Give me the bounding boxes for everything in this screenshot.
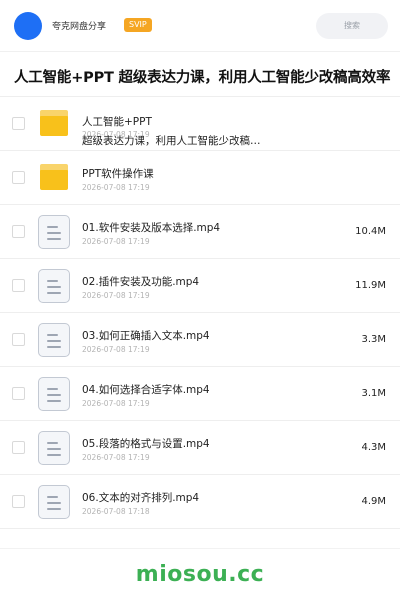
file-date: 2026-07-08 17:19	[82, 237, 150, 246]
file-size: 11.9M	[355, 280, 386, 291]
file-name-continued: 超级表达力课，利用人工智能少改稿…	[82, 135, 261, 147]
file-name[interactable]: 人工智能+PPT	[82, 114, 152, 129]
file-list: 人工智能+PPT 2026-07-08 17:19 超级表达力课，利用人工智能少…	[0, 96, 400, 529]
footer-divider	[0, 548, 400, 549]
row-checkbox[interactable]	[12, 387, 25, 400]
share-owner-name: 夸克网盘分享	[52, 22, 107, 32]
list-item[interactable]: 05.段落的格式与设置.mp4 2026-07-08 17:19 4.3M	[0, 421, 400, 475]
video-file-icon	[38, 431, 70, 465]
row-checkbox[interactable]	[12, 495, 25, 508]
file-size: 3.1M	[361, 388, 386, 399]
list-item[interactable]: 人工智能+PPT 2026-07-08 17:19 超级表达力课，利用人工智能少…	[0, 97, 400, 151]
search-input[interactable]: 搜索	[316, 13, 388, 39]
file-name[interactable]: 03.如何正确插入文本.mp4	[82, 328, 210, 343]
list-item[interactable]: 01.软件安装及版本选择.mp4 2026-07-08 17:19 10.4M	[0, 205, 400, 259]
row-checkbox[interactable]	[12, 117, 25, 130]
list-item[interactable]: 06.文本的对齐排列.mp4 2026-07-08 17:18 4.9M	[0, 475, 400, 529]
file-date: 2026-07-08 17:19	[82, 291, 150, 300]
video-file-icon	[38, 323, 70, 357]
list-item[interactable]: 02.插件安装及功能.mp4 2026-07-08 17:19 11.9M	[0, 259, 400, 313]
folder-icon	[38, 107, 70, 141]
list-item[interactable]: PPT软件操作课 2026-07-08 17:19	[0, 151, 400, 205]
watermark: miosou.cc	[135, 562, 265, 587]
file-size: 3.3M	[361, 334, 386, 345]
file-name[interactable]: 05.段落的格式与设置.mp4	[82, 436, 210, 451]
file-date: 2026-07-08 17:19	[82, 399, 150, 408]
file-name[interactable]: 02.插件安装及功能.mp4	[82, 274, 199, 289]
file-name[interactable]: 06.文本的对齐排列.mp4	[82, 490, 199, 505]
header: 夸克网盘分享 SVIP 搜索	[0, 0, 400, 52]
row-checkbox[interactable]	[12, 333, 25, 346]
video-file-icon	[38, 269, 70, 303]
row-checkbox[interactable]	[12, 279, 25, 292]
file-name[interactable]: 01.软件安装及版本选择.mp4	[82, 220, 220, 235]
file-date: 2026-07-08 17:19	[82, 345, 150, 354]
list-item[interactable]: 03.如何正确插入文本.mp4 2026-07-08 17:19 3.3M	[0, 313, 400, 367]
share-title: 人工智能+PPT 超级表达力课，利用人工智能少改稿高效率	[14, 70, 391, 86]
list-item[interactable]: 04.如何选择合适字体.mp4 2026-07-08 17:19 3.1M	[0, 367, 400, 421]
file-date: 2026-07-08 17:19	[82, 453, 150, 462]
svip-badge: SVIP	[124, 18, 152, 32]
video-file-icon	[38, 377, 70, 411]
video-file-icon	[38, 485, 70, 519]
folder-icon	[38, 161, 70, 195]
avatar[interactable]	[14, 12, 42, 40]
row-checkbox[interactable]	[12, 441, 25, 454]
file-name[interactable]: PPT软件操作课	[82, 166, 154, 181]
file-name[interactable]: 04.如何选择合适字体.mp4	[82, 382, 210, 397]
file-date: 2026-07-08 17:19	[82, 183, 150, 192]
file-date: 2026-07-08 17:18	[82, 507, 150, 516]
video-file-icon	[38, 215, 70, 249]
file-size: 10.4M	[355, 226, 386, 237]
row-checkbox[interactable]	[12, 171, 25, 184]
file-size: 4.3M	[361, 442, 386, 453]
row-checkbox[interactable]	[12, 225, 25, 238]
file-size: 4.9M	[361, 496, 386, 507]
